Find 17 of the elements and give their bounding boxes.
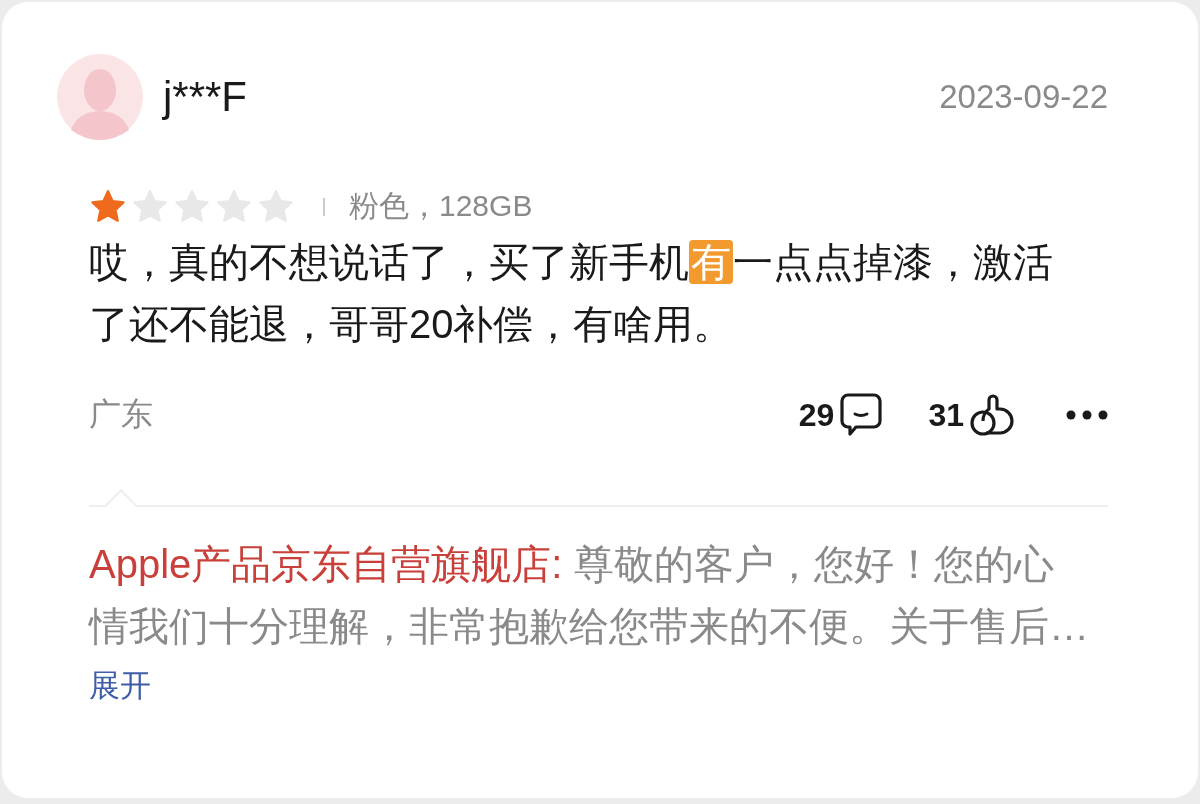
review-date: 2023-09-22 [939,78,1108,116]
location: 广东 [89,395,154,434]
star [259,189,293,222]
star [175,189,209,222]
comment-count: 29 [798,396,835,434]
comment-icon[interactable] [840,393,883,437]
star [133,189,167,222]
expand-link[interactable]: 展开 [89,665,151,707]
thumbs-up-icon[interactable] [970,393,1014,437]
shop-reply: Apple产品京东自营旗舰店: 尊敬的客户，您好！您的心情我们十分理解，非常抱歉给您带来的不便。关于售后… [89,541,1089,650]
star [91,189,125,222]
username: j***F [163,73,249,121]
review-text: 哎，真的不想说话了，买了新手机有一点点掉漆，激活了还不能退，哥哥20补偿，有啥用。 [89,239,1054,348]
more-icon[interactable] [1066,410,1108,420]
star [217,189,251,222]
product-variant: 粉色，128GB [349,188,533,224]
like-count: 31 [928,396,964,434]
